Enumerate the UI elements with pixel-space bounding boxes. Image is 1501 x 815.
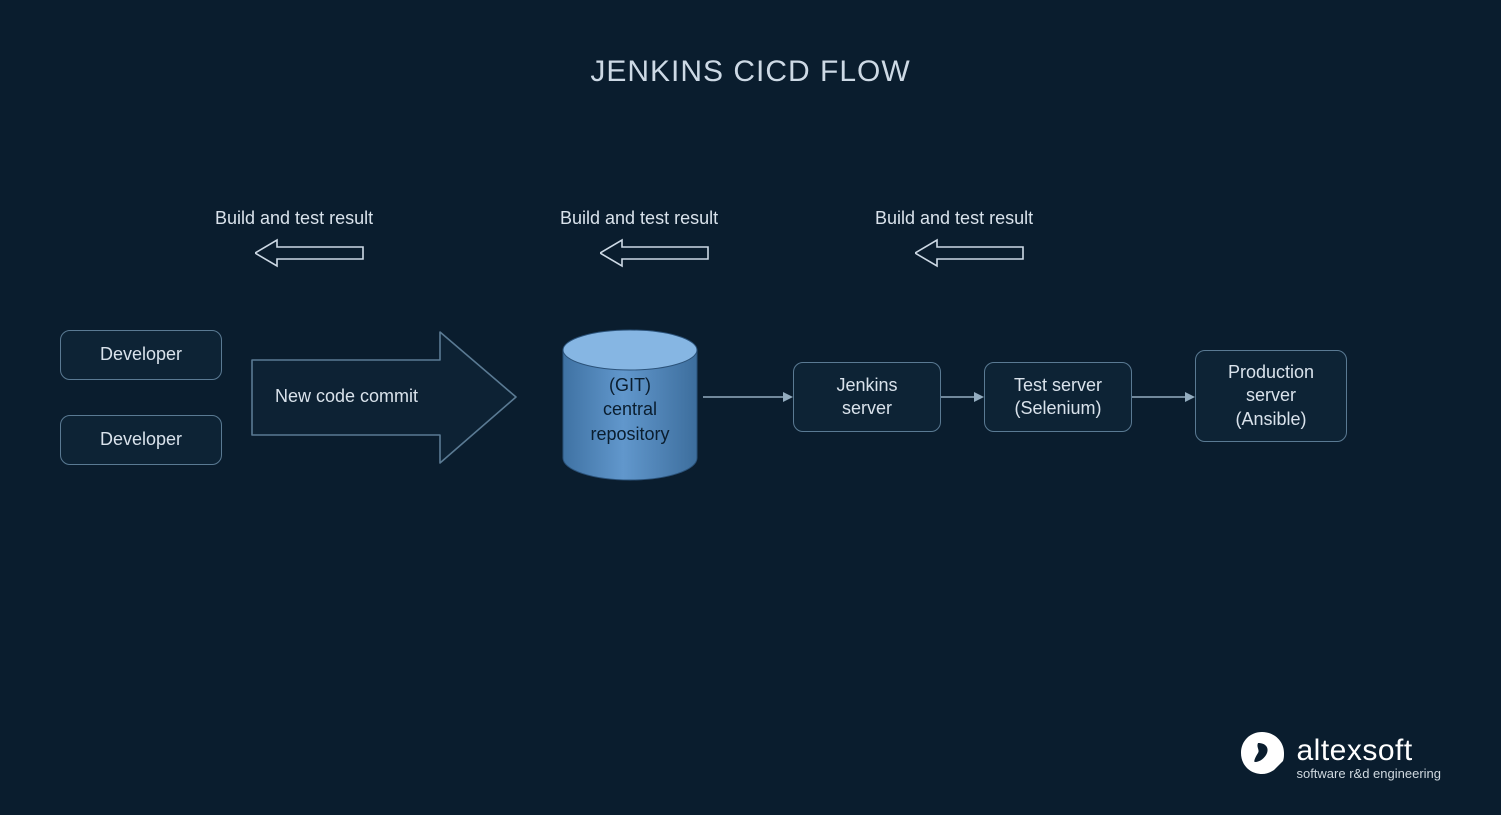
prod-line3: (Ansible) (1235, 409, 1306, 429)
feedback-label-3: Build and test result (875, 208, 1033, 229)
flow-arrow-3-icon (1132, 390, 1197, 404)
brand-mark-icon (1238, 729, 1286, 785)
jenkins-line1: Jenkins (836, 375, 897, 395)
test-server-node: Test server (Selenium) (984, 362, 1132, 432)
brand-tagline: software r&d engineering (1296, 766, 1441, 781)
flow-arrow-1-icon (703, 390, 795, 404)
jenkins-server-node: Jenkins server (793, 362, 941, 432)
developer-node-1: Developer (60, 330, 222, 380)
git-repo-line1: (GIT) (609, 375, 651, 395)
flow-arrow-2-icon (941, 390, 986, 404)
test-line2: (Selenium) (1014, 398, 1101, 418)
commit-arrow-label: New code commit (275, 386, 418, 407)
diagram-title: JENKINS CICD FLOW (0, 55, 1501, 89)
return-arrow-1-icon (255, 238, 365, 268)
brand-logo: altexsoft software r&d engineering (1238, 729, 1441, 785)
feedback-label-1: Build and test result (215, 208, 373, 229)
test-line1: Test server (1014, 375, 1102, 395)
prod-line2: server (1246, 385, 1296, 405)
production-server-node: Production server (Ansible) (1195, 350, 1347, 442)
prod-line1: Production (1228, 362, 1314, 382)
feedback-label-2: Build and test result (560, 208, 718, 229)
return-arrow-3-icon (915, 238, 1025, 268)
git-repo-label: (GIT) central repository (555, 373, 705, 446)
git-repo-line2: central (603, 399, 657, 419)
brand-name: altexsoft (1296, 734, 1441, 768)
jenkins-line2: server (842, 398, 892, 418)
git-repo-line3: repository (590, 424, 669, 444)
developer-node-2: Developer (60, 415, 222, 465)
return-arrow-2-icon (600, 238, 710, 268)
